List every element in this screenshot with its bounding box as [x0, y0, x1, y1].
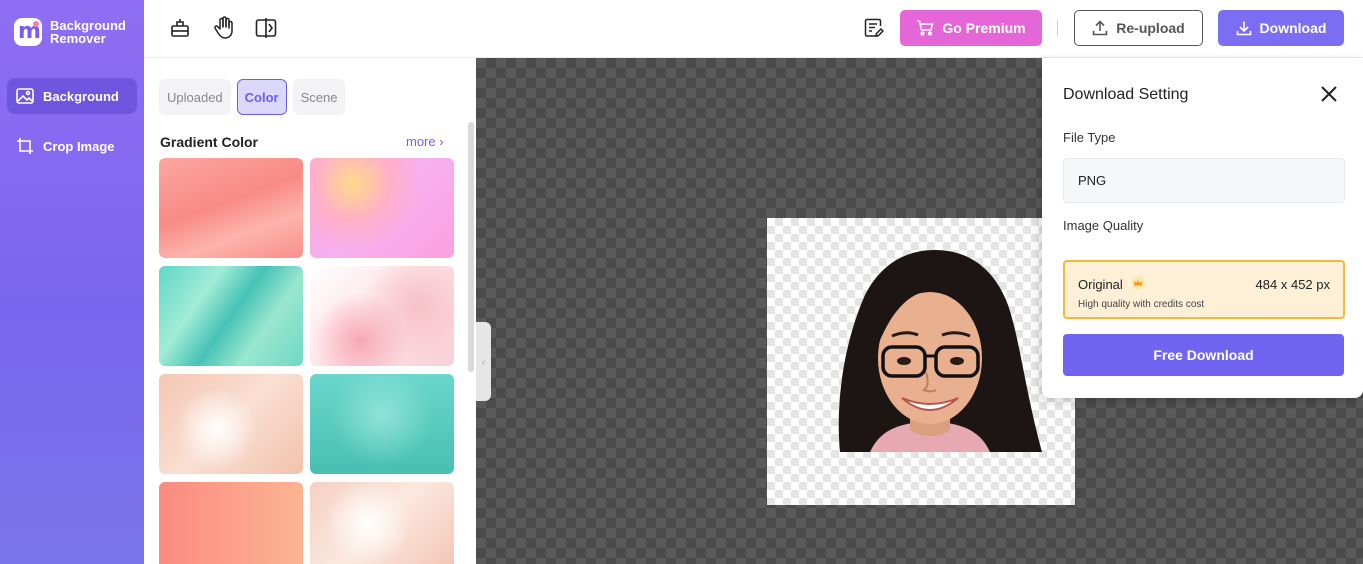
go-premium-button[interactable]: Go Premium	[900, 10, 1042, 46]
gradient-thumbnail[interactable]	[310, 266, 454, 366]
close-icon	[1321, 86, 1337, 102]
collapse-panel-handle[interactable]: ‹	[476, 322, 491, 401]
close-button[interactable]	[1318, 83, 1340, 105]
quality-option-name: Original	[1078, 277, 1123, 292]
panel-scrollbar[interactable]	[468, 122, 474, 372]
gradient-thumbnail[interactable]	[159, 158, 303, 258]
gradient-thumbnail[interactable]	[159, 266, 303, 366]
image-artboard[interactable]	[767, 218, 1075, 505]
crop-icon	[17, 138, 33, 154]
hand-tool-button[interactable]	[211, 15, 237, 41]
tab-scene[interactable]: Scene	[292, 79, 346, 115]
download-icon	[1236, 21, 1251, 36]
tab-color[interactable]: Color	[236, 79, 287, 115]
eraser-icon	[171, 19, 189, 37]
toolbar-divider	[1057, 20, 1058, 36]
top-toolbar: Go Premium Re-upload Download	[144, 0, 1363, 58]
compare-icon	[255, 18, 277, 38]
crown-icon	[1131, 276, 1145, 290]
app-name: Background Remover	[50, 18, 126, 46]
file-type-select[interactable]: PNG	[1063, 158, 1345, 203]
free-download-button[interactable]: Free Download	[1063, 334, 1344, 376]
sidebar: m Background Remover Background Crop Ima…	[0, 0, 144, 564]
gradient-thumbnail[interactable]	[159, 482, 303, 564]
notes-edit-icon	[864, 18, 884, 37]
sidebar-item-label: Crop Image	[43, 138, 115, 154]
file-type-label: File Type	[1063, 130, 1116, 145]
section-title: Gradient Color	[160, 134, 259, 150]
gradient-thumbnail[interactable]	[310, 374, 454, 474]
image-quality-label: Image Quality	[1063, 218, 1144, 233]
background-tabs: Uploaded Color Scene	[159, 79, 346, 115]
more-link[interactable]: more ›	[406, 134, 444, 149]
compare-tool-button[interactable]	[253, 15, 279, 41]
app-logo[interactable]: m Background Remover	[14, 18, 130, 46]
sidebar-item-background[interactable]: Background	[7, 78, 137, 114]
quality-option-original[interactable]: Original 484 x 452 px High quality with …	[1063, 260, 1345, 319]
hand-icon	[214, 16, 233, 39]
cutout-portrait	[838, 250, 1042, 452]
image-icon	[16, 88, 34, 104]
notes-button[interactable]	[861, 15, 887, 41]
quality-option-description: High quality with credits cost	[1078, 299, 1205, 310]
background-panel: Uploaded Color Scene Gradient Color more…	[144, 58, 476, 564]
logo-mark-icon: m	[14, 18, 42, 46]
sidebar-item-label: Background	[43, 88, 119, 104]
gradient-thumbnail[interactable]	[310, 482, 454, 564]
re-upload-button[interactable]: Re-upload	[1074, 10, 1203, 46]
download-setting-popup: Download Setting File Type PNG Image Qua…	[1042, 58, 1363, 398]
popup-title: Download Setting	[1063, 86, 1189, 103]
upload-icon	[1092, 20, 1108, 36]
quality-option-size: 484 x 452 px	[1255, 277, 1330, 292]
gradient-thumbnail[interactable]	[310, 158, 454, 258]
cart-icon	[917, 20, 934, 36]
gradient-thumbnail[interactable]	[159, 374, 303, 474]
sidebar-item-crop-image[interactable]: Crop Image	[7, 128, 137, 164]
tab-uploaded[interactable]: Uploaded	[159, 79, 231, 115]
eraser-tool-button[interactable]	[167, 15, 193, 41]
file-type-value: PNG	[1078, 173, 1107, 188]
download-button[interactable]: Download	[1218, 10, 1344, 46]
